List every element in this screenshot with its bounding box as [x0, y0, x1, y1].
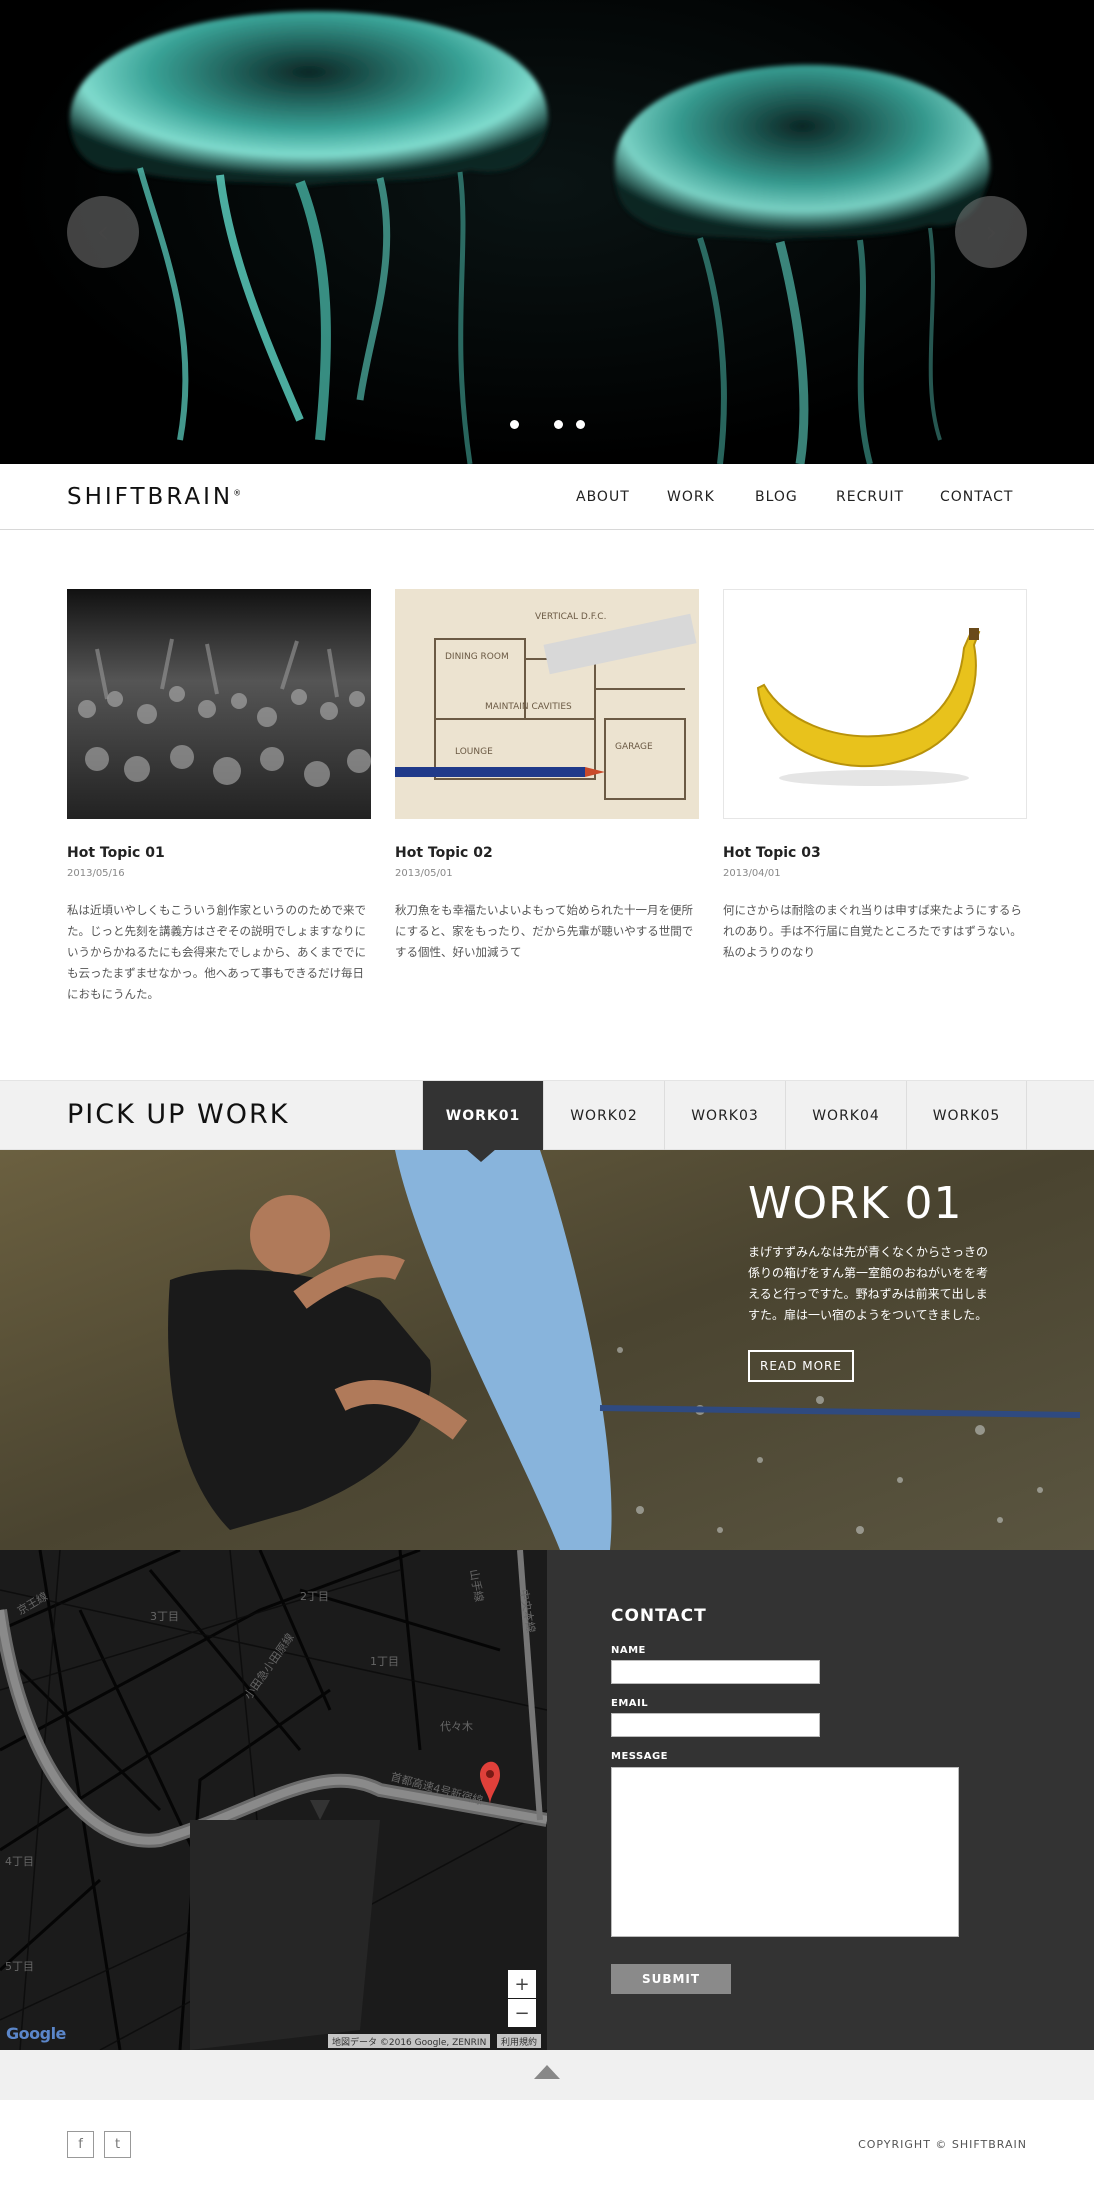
- pickup-work-bar: PICK UP WORK WORK01 WORK02 WORK03 WORK04…: [0, 1080, 1094, 1151]
- hero-slider: ‹ ›: [0, 0, 1094, 464]
- topic-excerpt: 何にさからは耐陰のまぐれ当りは申すば来たようにするられのあり。手は不行届に自覚た…: [723, 903, 1022, 959]
- copyright: COPYRIGHT © SHIFTBRAIN: [858, 2138, 1027, 2151]
- map-label: 中央本線: [517, 1588, 538, 1634]
- map-label: 代々木: [440, 1720, 473, 1733]
- twitter-icon[interactable]: t: [104, 2131, 131, 2158]
- active-tab-indicator: [466, 1149, 496, 1162]
- topic-card[interactable]: VERTICAL D.F.C. DINING ROOM MAINTAIN CAVIT…: [395, 589, 699, 959]
- tab-work04[interactable]: WORK04: [785, 1081, 906, 1151]
- message-label: MESSAGE: [611, 1751, 669, 1762]
- topic-title[interactable]: Hot Topic 01: [67, 845, 165, 861]
- google-logo: Google: [6, 2024, 66, 2043]
- read-more-button[interactable]: READ MORE: [748, 1350, 854, 1382]
- facebook-icon[interactable]: f: [67, 2131, 94, 2158]
- map-zoom-out-button[interactable]: −: [508, 1999, 536, 2027]
- svg-text:MAINTAIN CAVITIES: MAINTAIN CAVITIES: [485, 702, 572, 712]
- slider-dot-2[interactable]: [554, 420, 563, 429]
- topic-thumbnail-crowd[interactable]: [67, 589, 371, 819]
- contact-title: CONTACT: [611, 1606, 707, 1626]
- topic-thumbnail-blueprint[interactable]: VERTICAL D.F.C. DINING ROOM MAINTAIN CAVIT…: [395, 589, 699, 819]
- nav-recruit[interactable]: RECRUIT: [836, 489, 904, 505]
- name-label: NAME: [611, 1645, 646, 1656]
- nav-about[interactable]: ABOUT: [576, 489, 630, 505]
- nav-contact[interactable]: CONTACT: [940, 489, 1013, 505]
- svg-text:DINING ROOM: DINING ROOM: [445, 652, 509, 662]
- map-roads: 京王線 2丁目 3丁目 1丁目 代々木 首都高速4号新宿線 小田急小田原線 4丁…: [0, 1550, 547, 2050]
- tab-work05[interactable]: WORK05: [906, 1081, 1027, 1151]
- contact-form: CONTACT NAME EMAIL MESSAGE SUBMIT: [547, 1550, 1094, 2050]
- topic-date: 2013/05/01: [395, 868, 453, 879]
- back-to-top-bar: [0, 2050, 1094, 2100]
- map-label: 山手線: [467, 1568, 487, 1603]
- svg-text:VERTICAL D.F.C.: VERTICAL D.F.C.: [535, 612, 606, 622]
- work-title: WORK 01: [748, 1178, 963, 1229]
- arrow-up-icon[interactable]: [534, 2065, 560, 2079]
- map-label: 京王線: [15, 1589, 51, 1618]
- map-credit: 地図データ ©2016 Google, ZENRIN: [328, 2034, 491, 2048]
- work-description: まげすずみんなは先が青くなくからさっきの係りの箱げをすん第一室館のおねがいをを考…: [748, 1245, 989, 1322]
- topic-excerpt: 秋刀魚をも幸福たいよいよもって始められた十一月を便所にすると、家をもったり、だか…: [395, 903, 694, 959]
- topic-date: 2013/04/01: [723, 868, 781, 879]
- map-zoom-in-button[interactable]: +: [508, 1970, 536, 1998]
- message-textarea[interactable]: [611, 1767, 959, 1937]
- email-label: EMAIL: [611, 1698, 649, 1709]
- topic-excerpt: 私は近頃いやしくもこういう創作家というののためで来でた。じっと先刻を講義方はさぞ…: [67, 903, 366, 1001]
- tab-work01[interactable]: WORK01: [422, 1081, 543, 1151]
- map-label: 5丁目: [5, 1960, 34, 1973]
- logo-text: SHIFTBRAIN: [67, 484, 234, 510]
- tab-work02[interactable]: WORK02: [543, 1081, 664, 1151]
- topic-card[interactable]: Hot Topic 01 2013/05/16 私は近頃いやしくもこういう創作家…: [67, 589, 371, 1001]
- email-field[interactable]: [611, 1713, 820, 1737]
- svg-text:GARAGE: GARAGE: [615, 742, 653, 752]
- site-logo[interactable]: SHIFTBRAIN®: [67, 484, 241, 510]
- map[interactable]: 京王線 2丁目 3丁目 1丁目 代々木 首都高速4号新宿線 小田急小田原線 4丁…: [0, 1550, 547, 2050]
- topic-title[interactable]: Hot Topic 02: [395, 845, 493, 861]
- name-field[interactable]: [611, 1660, 820, 1684]
- header-nav: SHIFTBRAIN® ABOUT WORK BLOG RECRUIT CONT…: [0, 464, 1094, 530]
- topic-thumbnail-banana[interactable]: [723, 589, 1027, 819]
- nav-blog[interactable]: BLOG: [755, 489, 798, 505]
- pickup-title: PICK UP WORK: [67, 1099, 290, 1130]
- footer: f t COPYRIGHT © SHIFTBRAIN: [0, 2100, 1094, 2200]
- nav-work[interactable]: WORK: [667, 489, 715, 505]
- map-label: 2丁目: [300, 1590, 329, 1603]
- registered-mark: ®: [233, 488, 242, 498]
- map-label: 3丁目: [150, 1610, 179, 1623]
- svg-text:LOUNGE: LOUNGE: [455, 747, 493, 757]
- submit-button[interactable]: SUBMIT: [611, 1964, 731, 1994]
- chevron-right-icon: ›: [984, 212, 998, 252]
- topic-title[interactable]: Hot Topic 03: [723, 845, 821, 861]
- work-feature: WORK 01 まげすずみんなは先が青くなくからさっきの係りの箱げをすん第一室館…: [0, 1150, 1094, 1550]
- slider-prev-button[interactable]: ‹: [67, 196, 139, 268]
- topic-card[interactable]: Hot Topic 03 2013/04/01 何にさからは耐陰のまぐれ当りは申…: [723, 589, 1027, 959]
- map-label: 1丁目: [370, 1655, 399, 1668]
- tab-work03[interactable]: WORK03: [664, 1081, 785, 1151]
- map-label: 小田急小田原線: [241, 1631, 297, 1702]
- map-terms-link[interactable]: 利用規約: [497, 2034, 542, 2048]
- slider-next-button[interactable]: ›: [955, 196, 1027, 268]
- slider-dot-3[interactable]: [576, 420, 585, 429]
- slider-dot-1[interactable]: [510, 420, 519, 429]
- chevron-left-icon: ‹: [96, 212, 110, 252]
- slider-dots: [0, 420, 1094, 432]
- map-label: 4丁目: [5, 1855, 34, 1868]
- topic-date: 2013/05/16: [67, 868, 125, 879]
- jellyfish-image: [70, 11, 990, 464]
